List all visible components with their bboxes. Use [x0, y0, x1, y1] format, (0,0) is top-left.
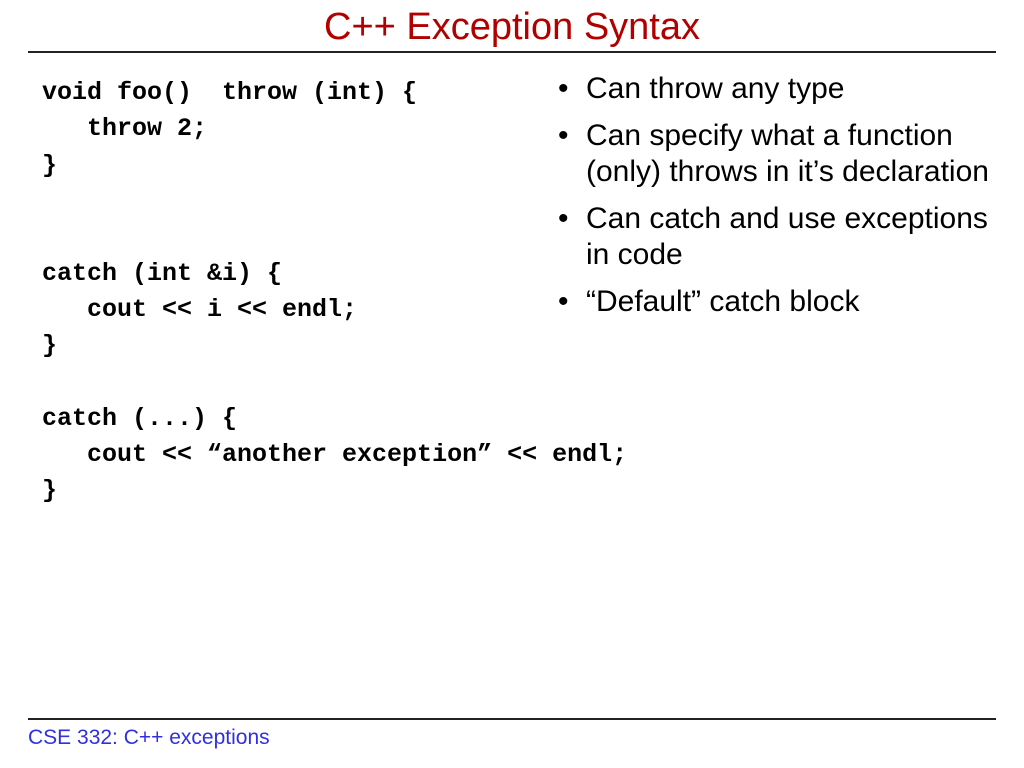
bullet-list: Can throw any type Can specify what a fu… — [558, 71, 1018, 331]
list-item: Can throw any type — [558, 71, 1018, 108]
slide-footer: CSE 332: C++ exceptions — [28, 718, 996, 750]
code-line: } — [42, 473, 662, 509]
code-line: cout << “another exception” << endl; — [42, 437, 662, 473]
list-item: Can catch and use exceptions in code — [558, 201, 1018, 274]
slide-title: C++ Exception Syntax — [28, 0, 996, 51]
slide-content: void foo() throw (int) { throw 2; } catc… — [28, 53, 996, 673]
list-item: “Default” catch block — [558, 284, 1018, 321]
footer-text: CSE 332: C++ exceptions — [28, 720, 996, 750]
code-line: catch (...) { — [42, 401, 662, 437]
list-item: Can specify what a function (only) throw… — [558, 118, 1018, 191]
code-gap — [42, 365, 662, 401]
code-line: } — [42, 328, 662, 364]
slide: C++ Exception Syntax void foo() throw (i… — [0, 0, 1024, 768]
